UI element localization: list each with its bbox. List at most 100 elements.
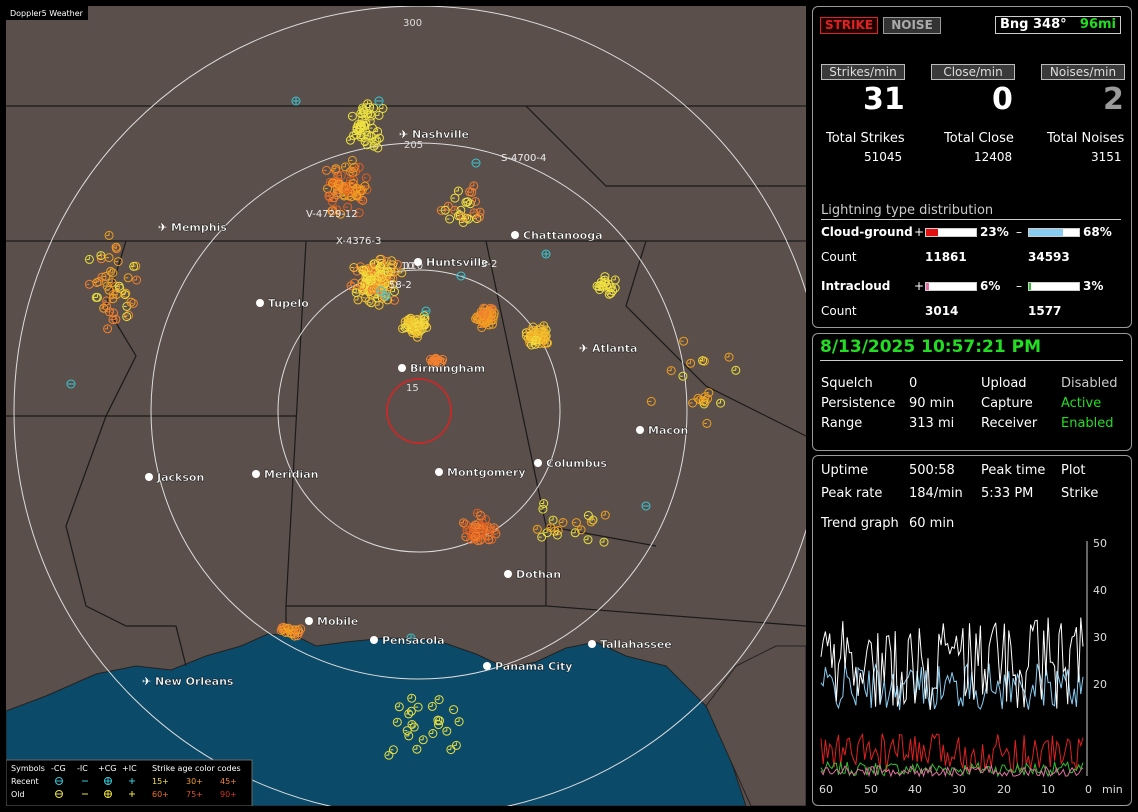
svg-text:90+: 90+ bbox=[220, 790, 237, 799]
city-dot-icon bbox=[504, 570, 512, 578]
city-montgomery: Montgomery bbox=[435, 466, 526, 479]
ic-negative-bar bbox=[1028, 282, 1080, 291]
city-label: Tupelo bbox=[268, 297, 309, 310]
capture-value: Active bbox=[1061, 396, 1102, 411]
persistence-value: 90 min bbox=[909, 396, 955, 411]
bearing-value: Bng 348° bbox=[1000, 17, 1067, 32]
city-label: Tallahassee bbox=[600, 638, 672, 651]
svg-text:10: 10 bbox=[401, 261, 414, 272]
trend-panel: Uptime 500:58 Peak time Plot Peak rate 1… bbox=[812, 455, 1132, 806]
total-close-value: 12408 bbox=[974, 150, 1013, 164]
city-label: Jackson bbox=[156, 471, 204, 484]
receiver-label: Receiver bbox=[981, 416, 1038, 431]
city-pensacola: Pensacola bbox=[370, 634, 445, 647]
peak-rate-value: 184/min bbox=[909, 486, 963, 501]
receiver-value: Enabled bbox=[1061, 416, 1114, 431]
cg-negative-bar bbox=[1028, 228, 1080, 237]
uptime-value: 500:58 bbox=[909, 463, 955, 478]
trend-line bbox=[820, 662, 1084, 711]
svg-text:-CG: -CG bbox=[51, 764, 66, 773]
noise-mode-button[interactable]: NOISE bbox=[883, 17, 941, 34]
airport-icon: ✈ bbox=[158, 221, 167, 234]
svg-text:S-4700-4: S-4700-4 bbox=[501, 153, 546, 164]
svg-text:Strike age color codes: Strike age color codes bbox=[152, 764, 241, 773]
y-tick-20: 20 bbox=[1093, 678, 1107, 691]
city-label: Birmingham bbox=[410, 362, 485, 375]
city-dot-icon bbox=[414, 258, 422, 266]
ic-plus-sign: + bbox=[914, 279, 925, 293]
ic-positive-pct: 6% bbox=[980, 279, 1001, 293]
svg-text:60+: 60+ bbox=[152, 790, 169, 799]
strike-marker bbox=[291, 96, 301, 106]
airport-icon: ✈ bbox=[142, 675, 151, 688]
uptime-label: Uptime bbox=[821, 463, 869, 478]
svg-text:30+: 30+ bbox=[186, 777, 203, 786]
cg-positive-pct: 23% bbox=[980, 225, 1009, 239]
close-per-min-header[interactable]: Close/min bbox=[931, 64, 1015, 80]
airport-icon: ✈ bbox=[579, 342, 588, 355]
city-label: Huntsville bbox=[426, 256, 489, 269]
ic-positive-bar bbox=[925, 282, 977, 291]
plot-label: Plot bbox=[1061, 463, 1086, 478]
svg-text:V-4729-12: V-4729-12 bbox=[306, 209, 358, 220]
svg-text:75+: 75+ bbox=[186, 790, 203, 799]
city-huntsville: Huntsville bbox=[414, 256, 489, 269]
cg-label: Cloud-ground bbox=[821, 225, 913, 239]
city-dot-icon bbox=[370, 636, 378, 644]
svg-text:58-2: 58-2 bbox=[389, 280, 412, 291]
cg-count-label: Count bbox=[821, 250, 857, 264]
strike-marker bbox=[381, 291, 391, 301]
persistence-label: Persistence bbox=[821, 396, 896, 411]
distribution-title: Lightning type distribution bbox=[821, 203, 994, 218]
noises-per-min-header[interactable]: Noises/min bbox=[1041, 64, 1125, 80]
trend-graph-label: Trend graph bbox=[821, 516, 899, 531]
city-dot-icon bbox=[534, 459, 542, 467]
svg-text:-IC: -IC bbox=[77, 764, 88, 773]
city-dot-icon bbox=[483, 662, 491, 670]
app-title: Doppler5 Weather bbox=[10, 9, 84, 18]
city-label: Atlanta bbox=[592, 342, 637, 355]
svg-text:Recent: Recent bbox=[11, 777, 39, 786]
city-label: Panama City bbox=[495, 660, 572, 673]
bearing-readout: Bng 348° 96mi bbox=[995, 16, 1121, 34]
city-dot-icon bbox=[256, 299, 264, 307]
city-dot-icon bbox=[305, 617, 313, 625]
datetime-divider bbox=[820, 360, 1123, 361]
city-dot-icon bbox=[435, 468, 443, 476]
squelch-value: 0 bbox=[909, 376, 918, 391]
y-tick-30: 30 bbox=[1093, 631, 1107, 644]
cg-positive-bar bbox=[925, 228, 977, 237]
ic-label: Intracloud bbox=[821, 279, 891, 293]
strike-mode-button[interactable]: STRIKE bbox=[820, 17, 878, 34]
svg-text:205: 205 bbox=[404, 140, 423, 151]
city-label: Mobile bbox=[317, 615, 358, 628]
city-label: Chattanooga bbox=[523, 229, 603, 242]
trend-series bbox=[820, 617, 1084, 778]
city-dot-icon bbox=[145, 473, 153, 481]
strikes-per-min-value: 31 bbox=[863, 82, 905, 117]
city-dot-icon bbox=[636, 426, 644, 434]
ic-count-label: Count bbox=[821, 304, 857, 318]
noises-per-min-value: 2 bbox=[1103, 82, 1124, 117]
x-tick-50: 50 bbox=[864, 783, 878, 796]
bearing-distance: 96mi bbox=[1079, 17, 1116, 32]
strikes-per-min-header[interactable]: Strikes/min bbox=[821, 64, 905, 80]
city-label: Nashville bbox=[412, 128, 469, 141]
lightning-map[interactable]: 300 205 110 15 ✈ Nashville✈ MemphisChattan… bbox=[6, 6, 806, 806]
city-label: Memphis bbox=[171, 221, 227, 234]
trend-graph: 50 40 30 20 60 50 40 30 20 10 0 min bbox=[819, 537, 1123, 796]
peak-time-value: 5:33 PM bbox=[981, 486, 1034, 501]
city-dot-icon bbox=[252, 470, 260, 478]
x-tick-0: 0 bbox=[1085, 783, 1092, 796]
city-dot-icon bbox=[511, 231, 519, 239]
close-per-min-value: 0 bbox=[992, 82, 1013, 117]
svg-text:Old: Old bbox=[11, 790, 25, 799]
x-tick-40: 40 bbox=[908, 783, 922, 796]
city-dot-icon bbox=[588, 640, 596, 648]
svg-text:3-2: 3-2 bbox=[481, 259, 497, 270]
cg-negative-pct: 68% bbox=[1083, 225, 1112, 239]
trend-graph-value: 60 min bbox=[909, 516, 955, 531]
range-value: 313 mi bbox=[909, 416, 955, 431]
total-noises-label: Total Noises bbox=[1047, 131, 1125, 146]
ic-negative-pct: 3% bbox=[1083, 279, 1104, 293]
